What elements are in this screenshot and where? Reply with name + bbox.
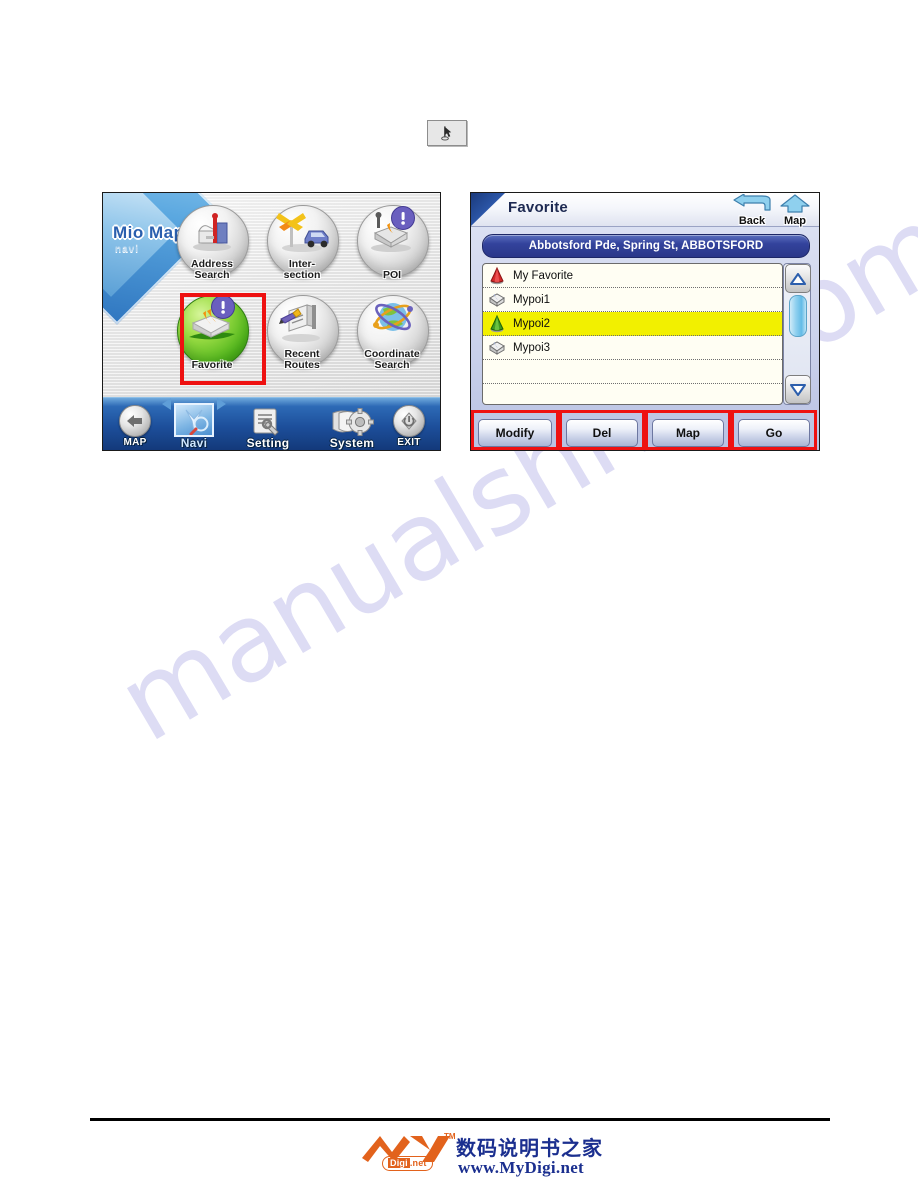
list-item-empty[interactable] (483, 384, 782, 404)
go-button[interactable]: Go (738, 419, 810, 447)
taskbar-item-map[interactable]: MAP (109, 405, 161, 449)
menu-item-label: Inter- section (283, 258, 321, 281)
favorite-titlebar: Favorite Back Map (471, 193, 819, 227)
crossroad-car-icon (276, 213, 329, 252)
poi-exclamation-icon (371, 206, 415, 252)
globe-coordinate-icon (373, 303, 413, 331)
mio-map-navi-menu-screenshot: Mio Map navi Address Search Inter- secti… (102, 192, 441, 451)
left-arrow-icon (162, 398, 171, 410)
list-item[interactable]: Mypoi3 (483, 336, 782, 360)
modify-button-label: Modify (495, 426, 535, 440)
menu-item-address-search[interactable]: Address Search (173, 201, 251, 287)
taskbar-label: Navi (180, 436, 208, 450)
settings-wrench-icon (253, 408, 279, 436)
map-top-button-label: Map (784, 215, 806, 227)
scroll-down-button[interactable] (785, 375, 811, 404)
taskbar-label: Setting (246, 436, 290, 450)
go-button-highlight: Go (731, 410, 817, 450)
grey-box-icon (489, 341, 505, 355)
back-curved-arrow-icon (733, 193, 771, 211)
taskbar-item-setting[interactable]: Setting (229, 407, 307, 449)
del-button[interactable]: Del (566, 419, 638, 447)
triangle-up-icon (790, 272, 806, 285)
trademark-mark: TM (444, 1132, 456, 1141)
list-scrollbar[interactable] (783, 263, 811, 405)
menu-item-label: Coordinate Search (364, 348, 420, 371)
menu-item-favorite[interactable]: Favorite (173, 291, 251, 377)
favorite-list[interactable]: My Favorite Mypoi1 Mypoi2 Mypoi3 (482, 263, 783, 405)
titlebar-corner-shape (471, 193, 505, 226)
page-title: Favorite (508, 199, 568, 216)
navi-taskbar: MAP Navi Setting System EXIT (103, 397, 440, 450)
address-bar[interactable]: Abbotsford Pde, Spring St, ABBOTSFORD (482, 234, 810, 258)
map-button-label: Map (676, 426, 700, 440)
mailbox-signpost-icon (193, 213, 231, 251)
taskbar-item-exit[interactable]: EXIT (382, 405, 436, 449)
go-button-label: Go (765, 426, 783, 440)
list-item[interactable]: Mypoi1 (483, 288, 782, 312)
list-item-label: Mypoi1 (513, 293, 551, 306)
taskbar-label: System (329, 436, 375, 450)
system-gear-shield-icon (332, 408, 374, 436)
taskbar-item-navi[interactable]: Navi (162, 398, 226, 450)
digi-net-badge: Digi .net (382, 1156, 433, 1171)
menu-item-poi[interactable]: POI (353, 201, 431, 287)
taskbar-item-system[interactable]: System (312, 407, 392, 449)
address-bar-text: Abbotsford Pde, Spring St, ABBOTSFORD (528, 240, 764, 252)
footer-logo: TM Digi .net 数码说明书之家 www.MyDigi.net (360, 1130, 603, 1182)
del-button-highlight: Del (559, 410, 645, 450)
list-item-label: Mypoi2 (513, 317, 551, 330)
scroll-up-button[interactable] (785, 264, 811, 293)
menu-item-label: Address Search (190, 258, 233, 281)
list-item-label: My Favorite (513, 269, 574, 282)
cursor-arrow-icon (440, 125, 454, 141)
watermark: manualshive.com (98, 182, 918, 920)
menu-item-label: Favorite (191, 359, 233, 371)
taskbar-label: MAP (123, 437, 147, 448)
favorite-list-screenshot: Favorite Back Map Abbotsford Pde, Spring… (470, 192, 820, 451)
taskbar-label: EXIT (397, 437, 421, 448)
grey-box-icon (489, 293, 505, 307)
power-exit-icon (393, 405, 425, 437)
modify-button-highlight: Modify (471, 410, 559, 450)
triangle-down-icon (790, 383, 806, 396)
back-arrow-icon (119, 405, 151, 437)
menu-item-recent-routes[interactable]: Recent Routes (263, 291, 341, 377)
modify-button[interactable]: Modify (478, 419, 552, 447)
action-button-bar: Modify Del Map Go (471, 410, 819, 450)
footer-divider (90, 1118, 830, 1121)
green-cone-pin-icon (490, 314, 504, 333)
back-button[interactable]: Back (731, 193, 773, 227)
menu-item-label: Recent Routes (284, 348, 320, 371)
net-label: .net (409, 1158, 427, 1168)
favorite-box-exclamation-icon (189, 295, 235, 340)
del-button-label: Del (592, 426, 612, 440)
menu-item-label: POI (382, 269, 402, 281)
footer-url: www.MyDigi.net (458, 1158, 585, 1177)
list-item[interactable]: My Favorite (483, 264, 782, 288)
map-top-button[interactable]: Map (774, 194, 816, 227)
menu-icon-grid: Address Search Inter- section POI Favori… (173, 201, 435, 386)
scrollbar-thumb[interactable] (789, 295, 807, 337)
manual-page: manualshive.com Mio Map navi Address Sea… (0, 0, 918, 1188)
mio-map-sublogo: navi (115, 244, 140, 255)
list-item-label: Mypoi3 (513, 341, 551, 354)
map-button-highlight: Map (645, 410, 731, 450)
footer-chinese-text: 数码说明书之家 (456, 1136, 603, 1160)
digi-label: Digi (388, 1158, 410, 1168)
menu-item-coordinate-search[interactable]: Coordinate Search (353, 291, 431, 377)
navi-compass-icon (162, 398, 226, 437)
right-arrow-icon (217, 398, 226, 410)
red-cone-pin-icon (490, 266, 504, 285)
menu-item-intersection[interactable]: Inter- section (263, 201, 341, 287)
map-button[interactable]: Map (652, 419, 724, 447)
list-item-empty[interactable] (483, 360, 782, 384)
map-up-arrow-icon (780, 194, 810, 213)
cursor-arrow-button[interactable] (427, 120, 467, 146)
back-button-label: Back (738, 215, 766, 227)
list-item-selected[interactable]: Mypoi2 (483, 312, 782, 336)
recent-routes-book-icon (279, 304, 320, 342)
